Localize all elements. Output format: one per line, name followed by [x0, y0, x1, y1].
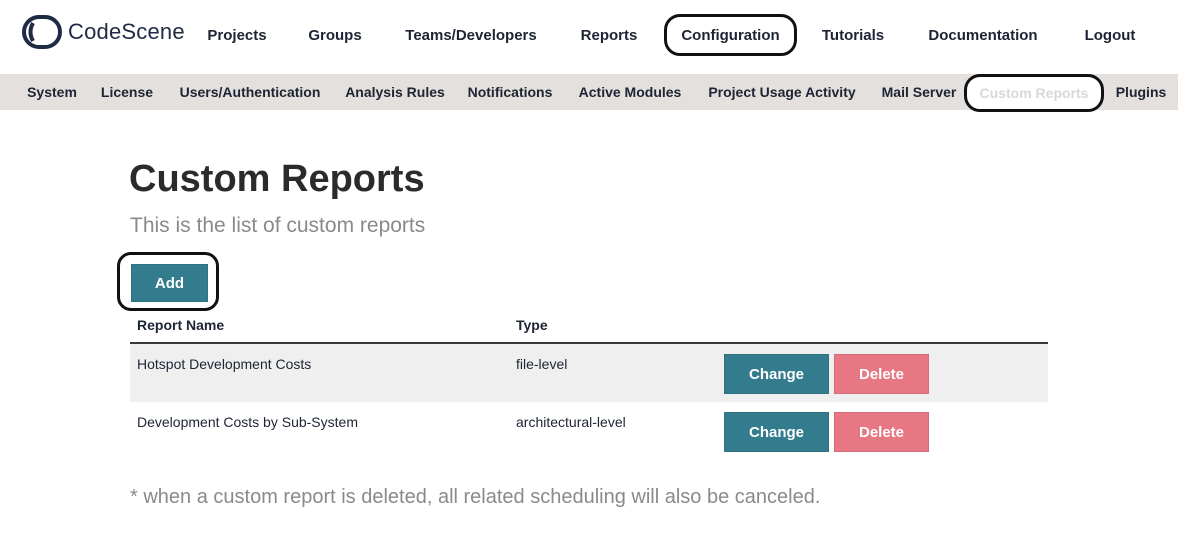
subnav-users-authentication[interactable]: Users/Authentication: [170, 74, 330, 110]
subnav-notifications[interactable]: Notifications: [460, 74, 560, 110]
codescene-logo-icon: [22, 15, 62, 49]
nav-reports[interactable]: Reports: [572, 14, 646, 56]
table-row: Development Costs by Sub-System architec…: [130, 402, 1048, 460]
subnav-system[interactable]: System: [20, 74, 84, 110]
nav-projects[interactable]: Projects: [200, 14, 274, 56]
report-type-cell: file-level: [516, 356, 568, 372]
nav-logout[interactable]: Logout: [1076, 14, 1144, 56]
page-title: Custom Reports: [129, 158, 425, 200]
subnav-plugins[interactable]: Plugins: [1110, 74, 1172, 110]
subnav-custom-reports[interactable]: Custom Reports: [964, 74, 1104, 112]
page-subtitle: This is the list of custom reports: [130, 214, 426, 237]
column-header-report-name: Report Name: [137, 317, 225, 333]
nav-tutorials[interactable]: Tutorials: [815, 14, 891, 56]
change-button[interactable]: Change: [724, 354, 829, 394]
nav-configuration[interactable]: Configuration: [664, 14, 797, 56]
subnav-active-modules[interactable]: Active Modules: [570, 74, 690, 110]
column-header-type: Type: [516, 317, 548, 333]
brand-name: CodeScene: [68, 19, 185, 44]
report-name-cell: Development Costs by Sub-System: [137, 414, 358, 430]
delete-button[interactable]: Delete: [834, 412, 929, 452]
add-report-button[interactable]: Add: [131, 264, 208, 302]
subnav-mail-server[interactable]: Mail Server: [874, 74, 964, 110]
subnav-project-usage-activity[interactable]: Project Usage Activity: [700, 74, 864, 110]
report-type-cell: architectural-level: [516, 414, 626, 430]
nav-teams-developers[interactable]: Teams/Developers: [396, 14, 546, 56]
subnav-license[interactable]: License: [94, 74, 160, 110]
table-row: Hotspot Development Costs file-level Cha…: [130, 344, 1048, 402]
delete-button[interactable]: Delete: [834, 354, 929, 394]
subnav-analysis-rules[interactable]: Analysis Rules: [340, 74, 450, 110]
nav-documentation[interactable]: Documentation: [918, 14, 1048, 56]
change-button[interactable]: Change: [724, 412, 829, 452]
brand-logo[interactable]: CodeScene: [22, 15, 185, 49]
deletion-footnote: * when a custom report is deleted, all r…: [130, 486, 821, 508]
report-name-cell: Hotspot Development Costs: [137, 356, 312, 372]
configuration-subnav: System License Users/Authentication Anal…: [0, 74, 1178, 112]
nav-groups[interactable]: Groups: [302, 14, 368, 56]
top-navigation: CodeScene Projects Groups Teams/Develope…: [0, 0, 1178, 74]
